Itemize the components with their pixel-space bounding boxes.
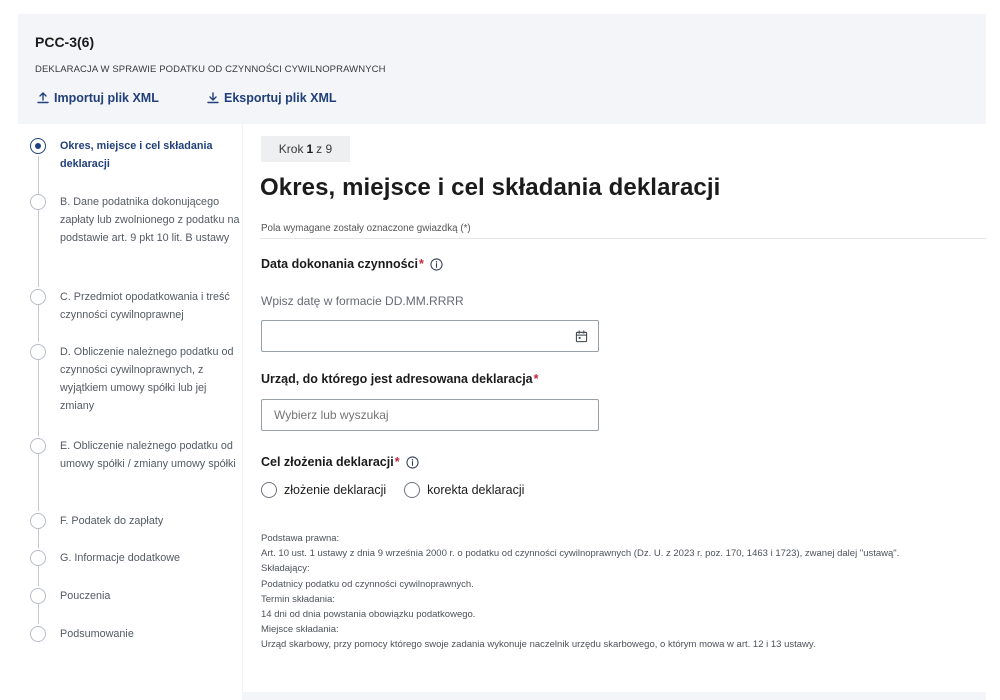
import-xml-button[interactable]: Importuj plik XML	[37, 91, 159, 105]
purpose-field-label-text: Cel złożenia deklaracji	[261, 455, 394, 469]
legal-line: Składający:	[261, 563, 310, 575]
step-label: C. Przedmiot opodatkowania i treść czynn…	[60, 291, 230, 321]
required-fields-note: Pola wymagane zostały oznaczone gwiazdką…	[261, 223, 471, 234]
step-label: Okres, miejsce i cel składania deklaracj…	[60, 140, 213, 170]
office-search-input[interactable]	[261, 399, 599, 431]
required-asterisk: *	[418, 257, 424, 271]
radio-korekta[interactable]: korekta deklaracji	[404, 482, 524, 498]
legal-basis-info: Podstawa prawna: Art. 10 ust. 1 ustawy z…	[261, 531, 961, 653]
step-indicator	[30, 550, 46, 566]
office-field-label: Urząd, do którego jest adresowana deklar…	[261, 372, 539, 386]
export-xml-label: Eksportuj plik XML	[224, 91, 337, 105]
info-icon[interactable]	[405, 455, 419, 469]
step-indicator	[30, 289, 46, 305]
legal-line: Urząd skarbowy, przy pomocy którego swoj…	[261, 639, 816, 651]
legal-line: Podatnicy podatku od czynności cywilnopr…	[261, 578, 474, 590]
step-connector	[37, 210, 39, 287]
date-format-hint: Wpisz datę w formacie DD.MM.RRRR	[261, 294, 464, 308]
step-label: B. Dane podatnika dokonującego zapłaty l…	[60, 196, 240, 244]
info-icon[interactable]	[430, 257, 443, 271]
step-indicator	[30, 513, 46, 529]
purpose-radio-group: złożenie deklaracji korekta deklaracji	[261, 482, 542, 498]
date-field-label: Data dokonania czynności *	[261, 257, 443, 271]
legal-line: Art. 10 ust. 1 ustawy z dnia 9 września …	[261, 548, 900, 560]
sidebar-divider	[242, 124, 243, 700]
step-label: F. Podatek do zapłaty	[60, 515, 164, 527]
legal-line: Podstawa prawna:	[261, 533, 340, 544]
legal-line: Miejsce składania:	[261, 624, 339, 636]
step-label: D. Obliczenie należnego podatku od czynn…	[60, 346, 234, 412]
required-asterisk: *	[394, 455, 400, 469]
step-connector	[37, 444, 39, 511]
date-field-label-text: Data dokonania czynności	[261, 257, 418, 271]
step-counter-suffix: z 9	[316, 142, 333, 156]
step-current-indicator	[30, 138, 46, 154]
step-counter-current: 1	[306, 142, 314, 156]
step-indicator	[30, 626, 46, 642]
step-counter: Krok 1 z 9	[261, 136, 350, 162]
upload-icon	[37, 92, 49, 104]
step-indicator	[30, 344, 46, 360]
legal-line: 14 dni od dnia powstania obowiązku podat…	[261, 609, 476, 621]
date-input[interactable]	[261, 320, 599, 352]
step-counter-prefix: Krok	[278, 142, 304, 156]
required-asterisk: *	[533, 372, 539, 386]
office-field-label-text: Urząd, do którego jest adresowana deklar…	[261, 372, 533, 386]
form-header: PCC-3(6) DEKLARACJA W SPRAWIE PODATKU OD…	[18, 14, 986, 124]
export-xml-button[interactable]: Eksportuj plik XML	[207, 91, 337, 105]
legal-line: Termin składania:	[261, 593, 335, 605]
form-code: PCC-3(6)	[35, 34, 95, 50]
step-indicator	[30, 194, 46, 210]
radio-button[interactable]	[404, 482, 421, 498]
radio-button[interactable]	[261, 482, 277, 498]
import-xml-label: Importuj plik XML	[54, 91, 159, 105]
download-icon	[207, 92, 219, 104]
title-divider	[260, 238, 986, 239]
step-connector	[37, 350, 39, 436]
step-indicator	[30, 438, 46, 454]
purpose-field-label: Cel złożenia deklaracji *	[261, 455, 419, 469]
radio-label: korekta deklaracji	[427, 483, 525, 497]
calendar-icon[interactable]	[575, 330, 588, 343]
form-subtitle: DEKLARACJA W SPRAWIE PODATKU OD CZYNNOŚC…	[35, 64, 386, 75]
content-bottom-bar	[242, 692, 986, 700]
step-label: G. Informacje dodatkowe	[60, 552, 181, 564]
page-title: Okres, miejsce i cel składania deklaracj…	[260, 174, 721, 201]
step-label: E. Obliczenie należnego podatku od umowy…	[60, 440, 236, 470]
step-label: Pouczenia	[60, 590, 111, 602]
step-indicator	[30, 588, 46, 604]
radio-label: złożenie deklaracji	[284, 483, 387, 497]
step-label: Podsumowanie	[60, 628, 134, 640]
radio-zlozenie[interactable]: złożenie deklaracji	[261, 482, 386, 498]
